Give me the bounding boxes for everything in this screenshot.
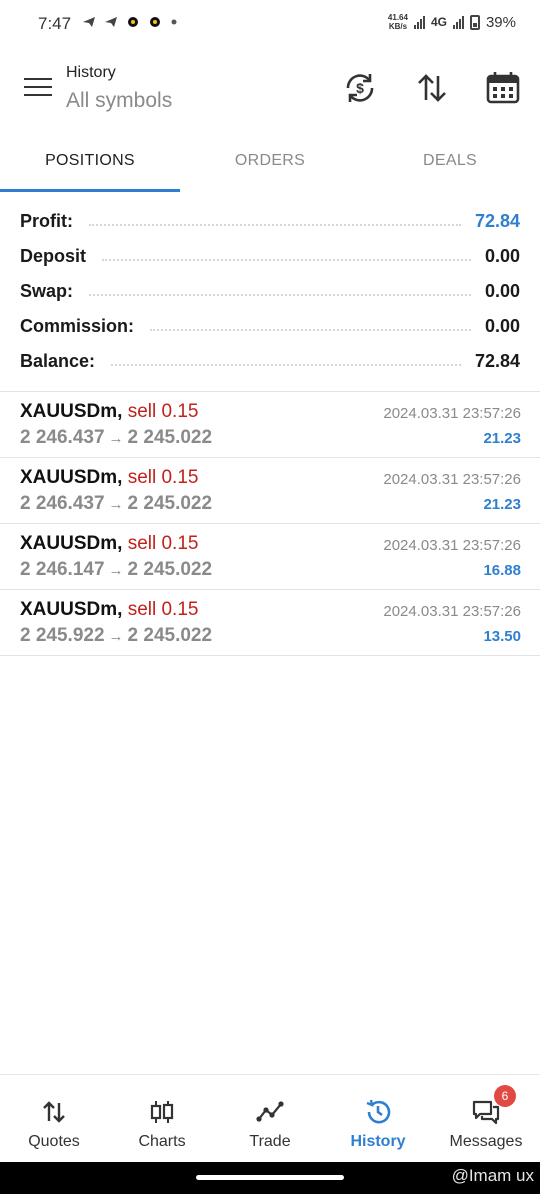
nav-label: Quotes: [28, 1133, 80, 1150]
summary-label: Swap:: [20, 281, 86, 302]
summary-label: Commission:: [20, 316, 147, 337]
nav-label: History: [350, 1133, 406, 1150]
position-prices: 2 245.922 → 2 245.022: [20, 625, 213, 646]
position-profit: 13.50: [483, 628, 521, 645]
arrow-right-icon: →: [108, 496, 124, 513]
menu-icon[interactable]: [24, 78, 52, 100]
position-profit: 16.88: [483, 562, 521, 579]
battery-level: 39%: [485, 13, 516, 31]
more-notifications-icon: [171, 19, 177, 25]
unread-badge: 6: [494, 1085, 516, 1107]
currency-exchange-icon[interactable]: $: [342, 70, 378, 106]
position-profit: 21.23: [483, 496, 521, 513]
history-tabs: POSITIONS ORDERS DEALS: [0, 134, 540, 192]
summary-row-swap: Swap: 0.00: [0, 274, 540, 309]
summary-row-deposit: Deposit 0.00: [0, 239, 540, 274]
position-side: sell 0.15: [127, 401, 199, 422]
status-bar: 7:47 41.64 KB/s 4G 39%: [0, 0, 540, 50]
nav-history[interactable]: History: [324, 1075, 432, 1162]
position-symbol: XAUUSDm, sell 0.15: [20, 599, 199, 620]
nav-label: Messages: [449, 1133, 523, 1150]
list-item[interactable]: XAUUSDm, sell 0.15 2 246.437 → 2 245.022 2…: [0, 392, 540, 458]
summary-value: 72.84: [464, 351, 520, 372]
position-side: sell 0.15: [127, 467, 199, 488]
calendar-icon[interactable]: [485, 70, 521, 106]
dotted-leader: [102, 258, 471, 261]
position-time: 2024.03.31 23:57:26: [383, 537, 521, 554]
dotted-leader: [89, 293, 471, 296]
position-prices: 2 246.437 → 2 245.022: [20, 493, 213, 514]
app-header: History All symbols $: [0, 50, 540, 134]
charts-icon: [150, 1101, 174, 1123]
app-notification-icon: [150, 17, 160, 27]
tab-deals[interactable]: DEALS: [360, 134, 540, 192]
home-gesture-handle[interactable]: [196, 1175, 344, 1180]
system-navigation-bar: @Imam ux: [0, 1162, 540, 1194]
summary-label: Profit:: [20, 211, 85, 232]
signal-icon: [452, 15, 464, 29]
position-symbol: XAUUSDm, sell 0.15: [20, 467, 199, 488]
position-prices: 2 246.147 → 2 245.022: [20, 559, 213, 580]
summary-row-commission: Commission: 0.00: [0, 309, 540, 344]
history-icon: [366, 1099, 391, 1124]
network-type: 4G: [430, 15, 447, 29]
nav-charts[interactable]: Charts: [108, 1075, 216, 1162]
list-item[interactable]: XAUUSDm, sell 0.15 2 246.147 → 2 245.022 2…: [0, 524, 540, 590]
summary-row-balance: Balance: 72.84: [0, 344, 540, 379]
summary-label: Deposit: [20, 246, 99, 267]
summary-row-profit: Profit: 72.84: [0, 204, 540, 239]
signal-icon: [413, 15, 425, 29]
dotted-leader: [111, 363, 461, 366]
summary-value: 0.00: [474, 246, 520, 267]
watermark: @Imam ux: [451, 1166, 534, 1185]
nav-messages[interactable]: 6 Messages: [432, 1075, 540, 1162]
svg-text:$: $: [356, 80, 364, 96]
position-time: 2024.03.31 23:57:26: [383, 471, 521, 488]
symbol-filter[interactable]: All symbols: [66, 89, 172, 113]
notification-icons: [82, 15, 178, 29]
summary-value: 72.84: [464, 211, 520, 232]
arrow-right-icon: →: [108, 562, 124, 579]
quotes-icon: [43, 1101, 65, 1123]
telegram-icon: [83, 17, 95, 27]
trade-icon: [256, 1101, 284, 1122]
summary-value: 0.00: [474, 316, 520, 337]
dotted-leader: [150, 328, 471, 331]
account-summary: Profit: 72.84 Deposit 0.00 Swap: 0.00 Co…: [0, 204, 540, 379]
telegram-icon: [105, 17, 117, 27]
position-prices: 2 246.437 → 2 245.022: [20, 427, 213, 448]
list-item[interactable]: XAUUSDm, sell 0.15 2 246.437 → 2 245.022 2…: [0, 458, 540, 524]
network-speed: 41.64 KB/s: [387, 13, 408, 31]
list-item[interactable]: XAUUSDm, sell 0.15 2 245.922 → 2 245.022 2…: [0, 590, 540, 656]
position-side: sell 0.15: [127, 533, 199, 554]
nav-quotes[interactable]: Quotes: [0, 1075, 108, 1162]
active-tab-indicator: [0, 189, 180, 192]
position-symbol: XAUUSDm, sell 0.15: [20, 401, 199, 422]
bottom-navigation: Quotes Charts Trade History 6 Messages: [0, 1074, 540, 1162]
dotted-leader: [89, 223, 461, 226]
position-profit: 21.23: [483, 430, 521, 447]
page-title: History: [66, 64, 116, 81]
battery-icon: [469, 14, 480, 30]
status-time: 7:47: [38, 14, 72, 33]
arrow-right-icon: →: [108, 430, 124, 447]
position-time: 2024.03.31 23:57:26: [383, 405, 521, 422]
sort-icon[interactable]: [414, 70, 450, 106]
summary-value: 0.00: [474, 281, 520, 302]
position-side: sell 0.15: [127, 599, 199, 620]
summary-label: Balance:: [20, 351, 108, 372]
arrow-right-icon: →: [108, 628, 124, 645]
nav-label: Trade: [249, 1133, 291, 1150]
positions-list: XAUUSDm, sell 0.15 2 246.437 → 2 245.022 2…: [0, 392, 540, 656]
tab-positions[interactable]: POSITIONS: [0, 134, 180, 192]
tab-orders[interactable]: ORDERS: [180, 134, 360, 192]
app-notification-icon: [128, 17, 138, 27]
position-symbol: XAUUSDm, sell 0.15: [20, 533, 199, 554]
nav-label: Charts: [138, 1133, 186, 1150]
position-time: 2024.03.31 23:57:26: [383, 603, 521, 620]
nav-trade[interactable]: Trade: [216, 1075, 324, 1162]
